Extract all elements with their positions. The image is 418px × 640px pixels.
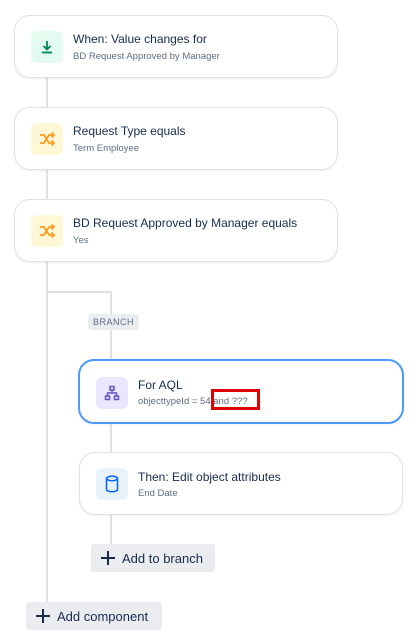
database-icon xyxy=(96,468,128,500)
plus-icon xyxy=(101,551,115,565)
condition-card-bd-request[interactable]: BD Request Approved by Manager equals Ye… xyxy=(14,199,338,262)
download-arrow-icon xyxy=(31,31,63,63)
trigger-subtitle: BD Request Approved by Manager xyxy=(73,51,220,62)
add-component-button[interactable]: Add component xyxy=(26,602,162,630)
aql-title: For AQL xyxy=(138,378,183,392)
shuffle-icon xyxy=(31,123,63,155)
hierarchy-icon xyxy=(96,377,128,409)
condition-title: BD Request Approved by Manager equals xyxy=(73,216,298,230)
condition-subtitle: Yes xyxy=(73,235,89,246)
condition-title: Request Type equals xyxy=(73,124,186,138)
branch-label: BRANCH xyxy=(88,314,140,330)
branch-connector-curve xyxy=(48,291,110,293)
shuffle-icon xyxy=(31,215,63,247)
action-title: Then: Edit object attributes xyxy=(138,470,281,484)
annotation-highlight-box xyxy=(211,389,260,410)
add-to-branch-button[interactable]: Add to branch xyxy=(91,544,215,572)
branch-action-card[interactable]: Then: Edit object attributes End Date xyxy=(79,452,403,515)
condition-card-request-type[interactable]: Request Type equals Term Employee xyxy=(14,107,338,170)
action-subtitle: End Date xyxy=(138,488,178,499)
trigger-title: When: Value changes for xyxy=(73,32,207,46)
add-to-branch-label: Add to branch xyxy=(122,550,203,566)
plus-icon xyxy=(36,609,50,623)
add-component-label: Add component xyxy=(57,608,149,624)
trigger-card[interactable]: When: Value changes for BD Request Appro… xyxy=(14,15,338,78)
condition-subtitle: Term Employee xyxy=(73,143,139,154)
